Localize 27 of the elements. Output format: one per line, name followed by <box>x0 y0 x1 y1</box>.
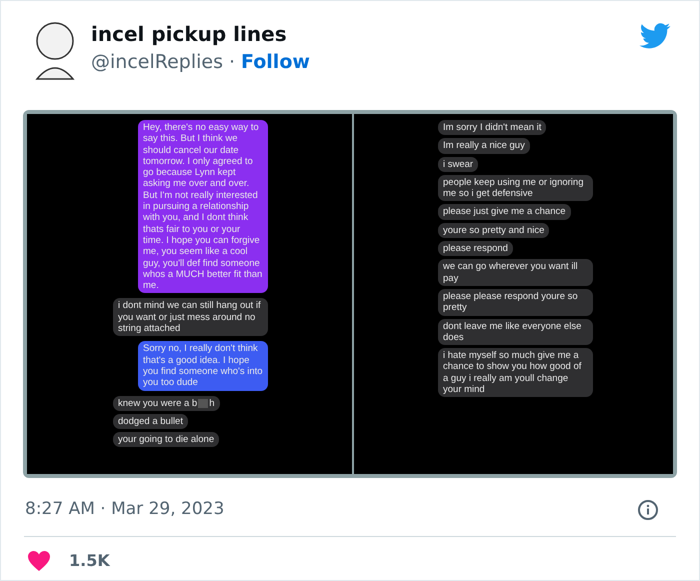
received-message-bubble: dont leave me like everyone else does <box>438 318 593 346</box>
received-message-bubble: Im sorry I didn't mean it <box>438 120 546 136</box>
received-message-bubble: please just give me a chance <box>438 204 571 220</box>
sent-message-bubble: Sorry no, I really don't think that's a good idea. I hope you find someone who's into you too dude <box>138 341 268 391</box>
received-message-bubble: please please respond youre so pretty <box>438 288 593 316</box>
bird-logo-icon <box>639 23 671 49</box>
received-message-bubble: your going to die alone <box>113 432 220 448</box>
display-name: incel pickup lines <box>91 21 288 47</box>
tweet-timestamp[interactable]: 8:27 AM · Mar 29, 2023 <box>25 497 224 523</box>
separator-dot: · <box>228 50 236 75</box>
received-message-bubble: Im really a nice guy <box>438 138 530 154</box>
user-handle: @incelReplies <box>91 50 223 75</box>
received-message-bubble: i swear <box>438 156 478 172</box>
received-message-bubble: i dont mind we can still hang out if you want or just mess around no string attached <box>113 298 268 336</box>
info-icon[interactable] <box>637 499 659 521</box>
received-message-bubble: we can go wherever you want ill pay <box>438 259 593 286</box>
received-message-bubble: please respond <box>438 241 513 256</box>
received-message-bubble: youre so pretty and nice <box>438 222 550 238</box>
censor-block <box>198 398 208 408</box>
received-message-bubble: i hate myself so much give me a chance to show you how good of a guy i really am youll change your mind <box>438 348 593 398</box>
sent-message-bubble: Hey, there's no easy way to say this. But I think we should cancel our date tomorrow. I only agreed to go because Lynn kept asking me over and over. But I'm not really interested in pursuing a relationship with you, and I dont think thats fair to you or your time. I hope you can forgive me, you seem like a cool guy, you'll def find someone whos a MUCH better fit than me. <box>138 120 268 294</box>
heart-icon[interactable] <box>27 550 51 572</box>
received-message-bubble: people keep using me or ignoring me so i get defensive <box>438 174 593 202</box>
like-count: 1.5K <box>69 550 110 572</box>
follow-link[interactable]: Follow <box>241 48 310 76</box>
received-message-bubble: dodged a bullet <box>113 414 188 430</box>
received-message-bubble: knew you were a b h <box>113 396 220 411</box>
